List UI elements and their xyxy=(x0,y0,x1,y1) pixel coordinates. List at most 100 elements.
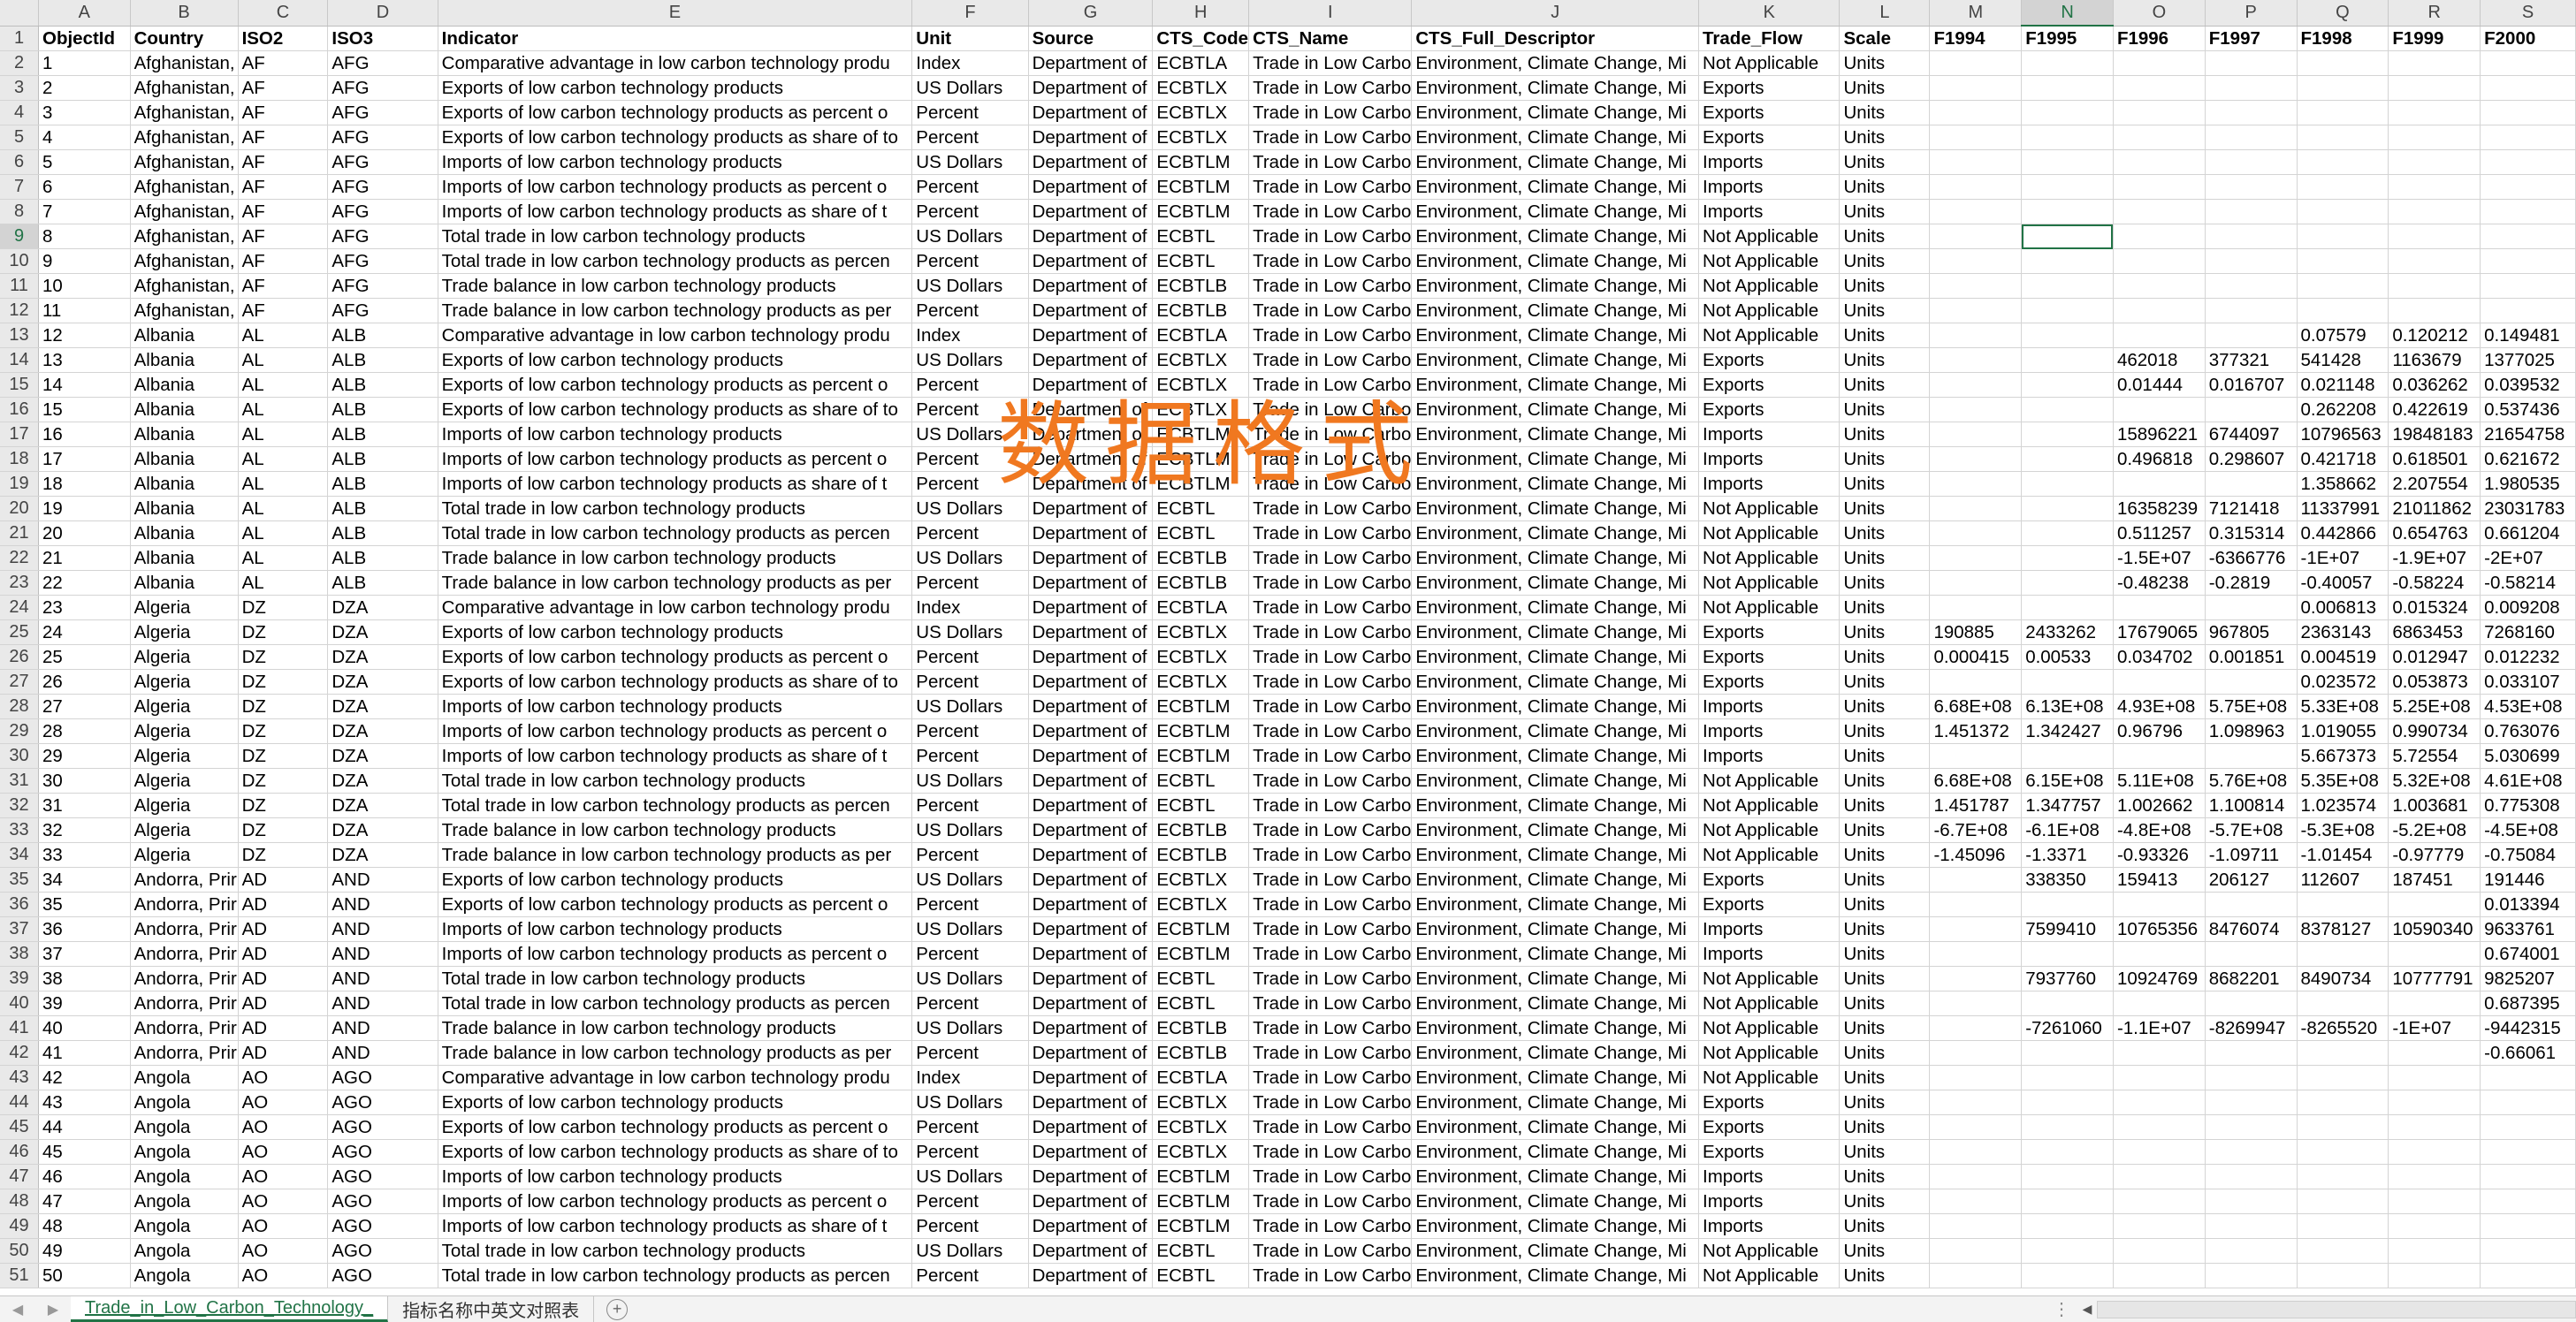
row-header[interactable]: 7 xyxy=(0,174,39,200)
cell[interactable]: ECBTLX xyxy=(1152,397,1250,422)
cell[interactable]: 15896221 xyxy=(2113,422,2206,447)
cell[interactable]: Not Applicable xyxy=(1698,768,1841,794)
cell[interactable] xyxy=(2021,669,2114,695)
cell[interactable]: AF xyxy=(238,75,329,101)
cell[interactable]: Trade in Low Carbo xyxy=(1248,347,1413,373)
cell[interactable]: Exports xyxy=(1698,397,1841,422)
cell[interactable]: 1377025 xyxy=(2480,347,2576,373)
cell[interactable]: 1.358662 xyxy=(2297,471,2389,497)
cell[interactable]: 16358239 xyxy=(2113,496,2206,521)
cell[interactable]: 4 xyxy=(38,125,131,150)
cell[interactable]: Units xyxy=(1839,644,1931,670)
cell[interactable]: Department of xyxy=(1028,149,1154,175)
cell[interactable]: 46 xyxy=(38,1164,131,1189)
column-header[interactable]: I xyxy=(1248,0,1413,27)
cell[interactable]: Exports of low carbon technology product… xyxy=(438,100,913,125)
cell[interactable]: Imports of low carbon technology product… xyxy=(438,149,913,175)
cell[interactable]: Total trade in low carbon technology pro… xyxy=(438,224,913,249)
cell[interactable]: Percent xyxy=(911,248,1029,274)
cell[interactable]: 20 xyxy=(38,520,131,546)
cell[interactable]: Andorra, Prir xyxy=(130,1040,239,1066)
column-title-cell[interactable]: Unit xyxy=(911,26,1029,51)
cell[interactable]: AL xyxy=(238,422,329,447)
cell[interactable]: ALB xyxy=(327,545,438,571)
cell[interactable]: Units xyxy=(1839,941,1931,967)
cell[interactable]: 7937760 xyxy=(2021,966,2114,992)
row-header[interactable]: 6 xyxy=(0,149,39,175)
cell[interactable]: AFG xyxy=(327,273,438,299)
cell[interactable] xyxy=(2297,174,2389,200)
cell[interactable] xyxy=(2205,224,2298,249)
cell[interactable]: ALB xyxy=(327,471,438,497)
cell[interactable] xyxy=(1929,174,2023,200)
cell[interactable]: Percent xyxy=(911,520,1029,546)
cell[interactable] xyxy=(2113,248,2206,274)
cell[interactable]: Environment, Climate Change, Mi xyxy=(1411,1090,1700,1115)
cell[interactable]: Department of xyxy=(1028,743,1154,769)
cell[interactable]: Trade balance in low carbon technology p… xyxy=(438,817,913,843)
cell[interactable]: AO xyxy=(238,1238,329,1264)
cell[interactable] xyxy=(2113,50,2206,76)
cell[interactable]: AD xyxy=(238,941,329,967)
row-header[interactable]: 1 xyxy=(0,26,39,51)
cell[interactable] xyxy=(2113,75,2206,101)
cell[interactable] xyxy=(1929,397,2023,422)
cell[interactable]: Trade in Low Carbo xyxy=(1248,867,1413,893)
cell[interactable]: ECBTLB xyxy=(1152,1015,1250,1041)
column-header[interactable]: Q xyxy=(2297,0,2389,27)
cell[interactable]: -8269947 xyxy=(2205,1015,2298,1041)
cell[interactable] xyxy=(2388,149,2481,175)
cell[interactable]: Imports of low carbon technology product… xyxy=(438,941,913,967)
cell[interactable] xyxy=(2021,743,2114,769)
cell[interactable]: Afghanistan, xyxy=(130,298,239,323)
row-header[interactable]: 9 xyxy=(0,224,39,249)
cell[interactable]: US Dollars xyxy=(911,966,1029,992)
cell[interactable]: Comparative advantage in low carbon tech… xyxy=(438,1065,913,1090)
cell[interactable]: Afghanistan, xyxy=(130,50,239,76)
cell[interactable]: Department of xyxy=(1028,471,1154,497)
cell[interactable] xyxy=(1929,520,2023,546)
cell[interactable]: 38 xyxy=(38,966,131,992)
cell[interactable]: -1.1E+07 xyxy=(2113,1015,2206,1041)
cell[interactable]: Environment, Climate Change, Mi xyxy=(1411,718,1700,744)
cell[interactable]: Trade in Low Carbo xyxy=(1248,1238,1413,1264)
cell[interactable]: Environment, Climate Change, Mi xyxy=(1411,619,1700,645)
cell[interactable] xyxy=(2388,75,2481,101)
cell[interactable] xyxy=(1929,1114,2023,1140)
cell[interactable] xyxy=(2205,892,2298,917)
cell[interactable] xyxy=(2388,1065,2481,1090)
row-header[interactable]: 37 xyxy=(0,916,39,942)
cell[interactable]: Units xyxy=(1839,1114,1931,1140)
cell[interactable]: Percent xyxy=(911,199,1029,224)
cell[interactable] xyxy=(2388,298,2481,323)
cell[interactable]: -0.40057 xyxy=(2297,570,2389,596)
cell[interactable] xyxy=(2021,422,2114,447)
cell[interactable] xyxy=(2021,570,2114,596)
cell[interactable] xyxy=(2480,50,2576,76)
cell[interactable]: DZ xyxy=(238,694,329,719)
cell[interactable]: 34 xyxy=(38,867,131,893)
cell[interactable]: Exports of low carbon technology product… xyxy=(438,644,913,670)
row-header[interactable]: 27 xyxy=(0,669,39,695)
cell[interactable]: 0.013394 xyxy=(2480,892,2576,917)
cell[interactable]: AL xyxy=(238,446,329,472)
cell[interactable] xyxy=(2113,125,2206,150)
cell[interactable] xyxy=(2388,50,2481,76)
cell[interactable]: Department of xyxy=(1028,347,1154,373)
row-header[interactable]: 26 xyxy=(0,644,39,670)
cell[interactable]: AF xyxy=(238,50,329,76)
cell[interactable]: Total trade in low carbon technology pro… xyxy=(438,496,913,521)
cell[interactable]: Comparative advantage in low carbon tech… xyxy=(438,50,913,76)
cell[interactable]: AF xyxy=(238,298,329,323)
cell[interactable]: 0.687395 xyxy=(2480,991,2576,1016)
column-title-cell[interactable]: F2000 xyxy=(2480,26,2576,51)
cell[interactable]: AF xyxy=(238,100,329,125)
cell[interactable]: Andorra, Prir xyxy=(130,1015,239,1041)
cell[interactable] xyxy=(2205,1164,2298,1189)
cell[interactable] xyxy=(2388,125,2481,150)
cell[interactable]: 35 xyxy=(38,892,131,917)
cell[interactable] xyxy=(2021,941,2114,967)
cell[interactable]: ECBTLM xyxy=(1152,174,1250,200)
cell[interactable] xyxy=(2480,199,2576,224)
cell[interactable]: 50 xyxy=(38,1263,131,1288)
